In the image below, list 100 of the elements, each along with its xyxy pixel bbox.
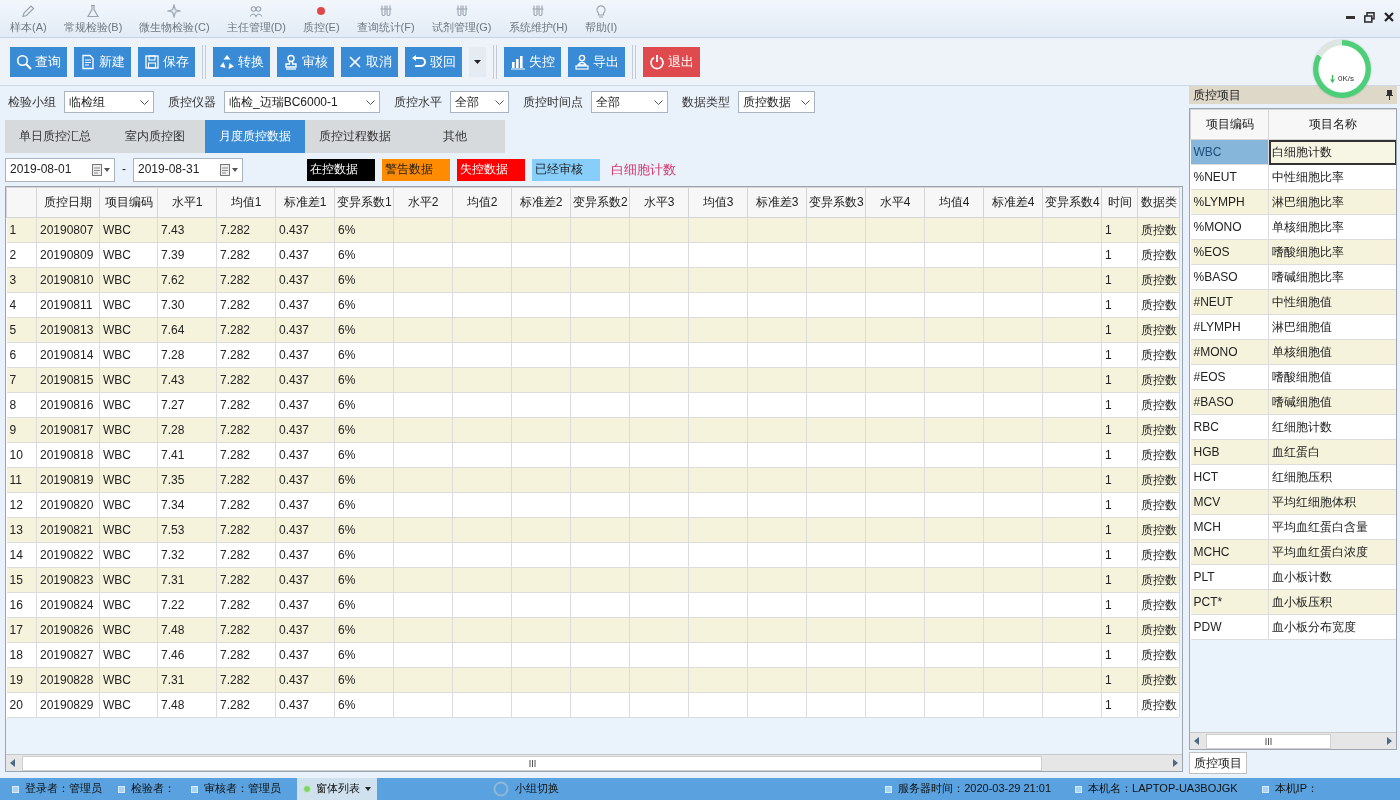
status-dot-icon	[317, 7, 326, 15]
scrollbar-thumb[interactable]	[1206, 733, 1331, 749]
caret-icon	[232, 167, 238, 172]
table-cell: %NEUT	[1190, 164, 1269, 190]
switch-button[interactable]: 小组切换	[493, 781, 559, 797]
table-cell: WBC	[99, 392, 158, 418]
dropdown-field[interactable]: 质控数据	[738, 91, 815, 113]
row-number: 3	[6, 267, 37, 293]
column-header: 变异系数3	[806, 187, 866, 218]
tab[interactable]: 室内质控图	[105, 120, 205, 153]
save-button[interactable]: 保存	[138, 46, 195, 77]
table-cell: 7.22	[157, 592, 217, 618]
menu-item[interactable]: 主任管理(D)	[226, 3, 286, 34]
table-cell: 嗜酸细胞比率	[1268, 239, 1396, 265]
column-header: 标准差1	[275, 187, 335, 218]
tab[interactable]: 单日质控汇总	[5, 120, 105, 153]
test-tubes-icon	[378, 4, 393, 18]
list-row[interactable]: #EOS 嗜酸细胞值	[1190, 364, 1396, 390]
menu-item[interactable]: 试剂管理(G)	[431, 3, 492, 34]
table-cell: 7.39	[157, 242, 217, 268]
column-header: 水平4	[865, 187, 925, 218]
reject-button[interactable]: 驳回	[405, 46, 462, 77]
menu-item[interactable]: 微生物检验(C)	[139, 3, 210, 34]
dropdown-field[interactable]: 全部	[450, 91, 509, 113]
export-button[interactable]: 导出	[568, 46, 625, 77]
panel-tab[interactable]: 质控项目	[1189, 752, 1247, 774]
list-row[interactable]: PDW 血小板分布宽度	[1190, 614, 1396, 640]
list-row[interactable]: #BASO 嗜碱细胞值	[1190, 389, 1396, 415]
table-cell: 中性细胞值	[1268, 289, 1396, 315]
tab[interactable]: 质控过程数据	[305, 120, 405, 153]
list-row[interactable]: MCHC 平均血红蛋白浓度	[1190, 539, 1396, 565]
table-cell: 0.437	[275, 442, 335, 468]
list-row[interactable]: %BASO 嗜碱细胞比率	[1190, 264, 1396, 290]
date-field[interactable]: 2019-08-01	[5, 157, 115, 182]
status-text: 审核者：管理员	[204, 782, 281, 796]
table-cell: 7.282	[216, 442, 276, 468]
exit-button[interactable]: 退出	[643, 46, 700, 77]
list-row[interactable]: MCH 平均血红蛋白含量	[1190, 514, 1396, 540]
table-cell: 20190809	[36, 242, 100, 268]
convert-button[interactable]: 转换	[213, 46, 270, 77]
list-row[interactable]: WBC 白细胞计数	[1190, 139, 1396, 165]
table-cell: 6%	[334, 442, 394, 468]
table-cell: 7.282	[216, 392, 276, 418]
row-number: 5	[6, 317, 37, 343]
power-icon	[649, 53, 665, 70]
search-button[interactable]: 查询	[10, 46, 67, 77]
table-cell: #MONO	[1190, 339, 1269, 365]
table-cell: 20190818	[36, 442, 100, 468]
row-number: 6	[6, 342, 37, 368]
dropdown-field[interactable]: 全部	[591, 91, 668, 113]
table-cell: 7.28	[157, 342, 217, 368]
table-cell: 质控数	[1137, 242, 1180, 268]
column-header: 标准差3	[747, 187, 807, 218]
horizontal-scrollbar[interactable]	[6, 754, 1182, 771]
undo-arrow-icon	[411, 53, 427, 70]
horizontal-scrollbar[interactable]	[1190, 732, 1396, 749]
list-row[interactable]: %MONO 单核细胞比率	[1190, 214, 1396, 240]
menu-item[interactable]: 常规检验(B)	[63, 3, 123, 34]
list-row[interactable]: %LYMPH 淋巴细胞比率	[1190, 189, 1396, 215]
dropdown-field[interactable]: 临检组	[64, 91, 154, 113]
dropdown-button[interactable]	[469, 46, 486, 77]
chevron-down-icon	[801, 99, 810, 105]
table-cell: 20190816	[36, 392, 100, 418]
table-cell: 6%	[334, 392, 394, 418]
table-cell: 7.282	[216, 592, 276, 618]
list-row[interactable]: HCT 红细胞压积	[1190, 464, 1396, 490]
table-cell: 6%	[334, 642, 394, 668]
menu-item[interactable]: 样本(A)	[10, 3, 47, 34]
tab[interactable]: 月度质控数据	[205, 120, 305, 153]
review-button[interactable]: 审核	[277, 46, 334, 77]
out-of-control-button[interactable]: 失控	[504, 46, 561, 77]
list-row[interactable]: RBC 红细胞计数	[1190, 414, 1396, 440]
table-cell: WBC	[99, 642, 158, 668]
menu-item[interactable]: 查询统计(F)	[356, 3, 415, 34]
table-cell: 嗜酸细胞值	[1268, 364, 1396, 390]
status-dropdown[interactable]: 窗体列表	[297, 778, 377, 800]
list-row[interactable]: #NEUT 中性细胞值	[1190, 289, 1396, 315]
row-number: 8	[6, 392, 37, 418]
list-row[interactable]: %NEUT 中性细胞比率	[1190, 164, 1396, 190]
list-row[interactable]: MCV 平均红细胞体积	[1190, 489, 1396, 515]
list-row[interactable]: PCT* 血小板压积	[1190, 589, 1396, 615]
list-row[interactable]: HGB 血红蛋白	[1190, 439, 1396, 465]
list-row[interactable]: #MONO 单核细胞值	[1190, 339, 1396, 365]
table-cell: 单核细胞值	[1268, 339, 1396, 365]
status-text: 本机IP：	[1274, 782, 1318, 796]
cancel-button[interactable]: 取消	[341, 46, 398, 77]
menu-item[interactable]: 帮助(I)	[584, 3, 618, 34]
menu-item[interactable]: 系统维护(H)	[508, 3, 568, 34]
dropdown-field[interactable]: 临检_迈瑞BC6000-1	[224, 91, 380, 113]
table-cell: MCHC	[1190, 539, 1269, 565]
new-button[interactable]: 新建	[74, 46, 131, 77]
list-row[interactable]: PLT 血小板计数	[1190, 564, 1396, 590]
menu-item[interactable]: 质控(E)	[302, 3, 340, 34]
minimize-icon	[1346, 15, 1355, 19]
tab[interactable]: 其他	[405, 120, 505, 153]
table-cell: 血小板计数	[1268, 564, 1396, 590]
scrollbar-thumb[interactable]	[22, 755, 1042, 771]
date-field[interactable]: 2019-08-31	[133, 157, 243, 182]
list-row[interactable]: %EOS 嗜酸细胞比率	[1190, 239, 1396, 265]
list-row[interactable]: #LYMPH 淋巴细胞值	[1190, 314, 1396, 340]
